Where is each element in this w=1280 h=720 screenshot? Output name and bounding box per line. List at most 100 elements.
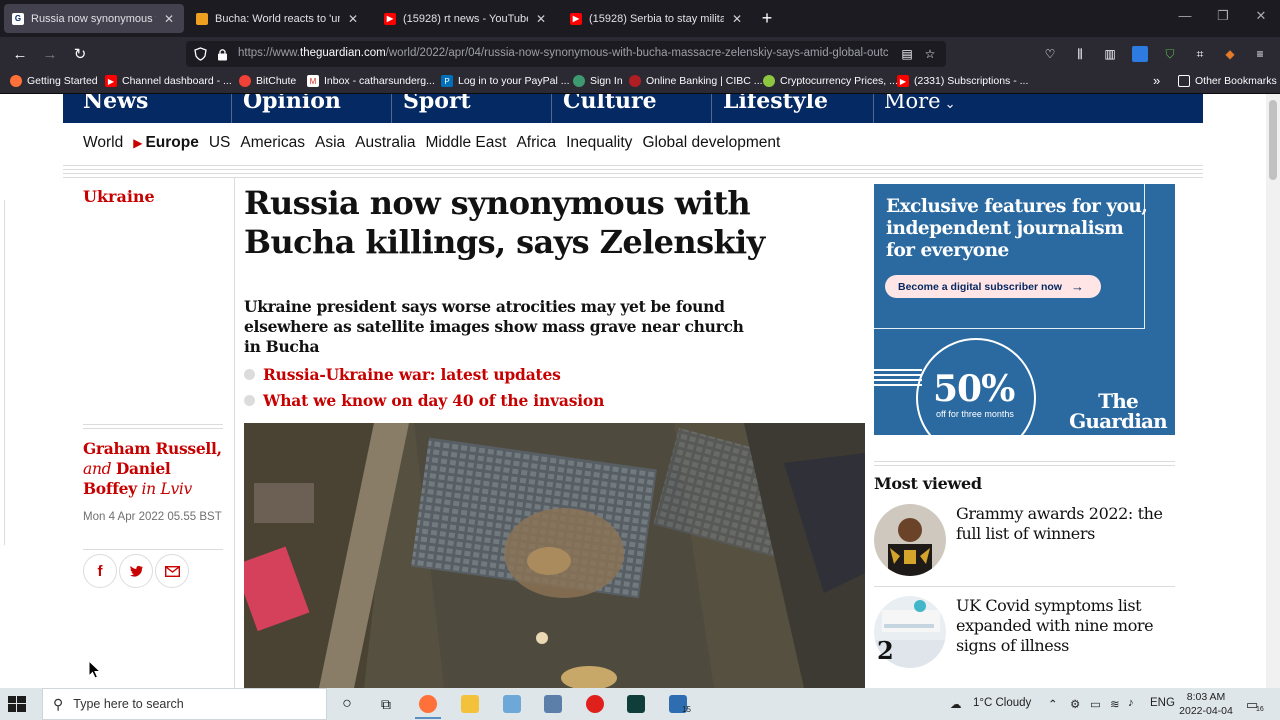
task-view-icon[interactable]: ⧉ — [377, 695, 395, 713]
shield-icon[interactable] — [192, 46, 208, 62]
bookmark-gmail[interactable]: M Inbox - catharsunderg... — [307, 75, 435, 87]
bookmark-paypal[interactable]: P Log in to your PayPal ... — [441, 75, 569, 87]
close-icon[interactable]: ✕ — [162, 12, 176, 26]
cortana-icon[interactable]: ○ — [338, 695, 356, 713]
tab-aljazeera[interactable]: Bucha: World reacts to 'unbearable' ✕ — [188, 4, 368, 33]
divider — [551, 94, 552, 123]
twitter-share-icon[interactable] — [119, 554, 153, 588]
facebook-share-icon[interactable]: f — [83, 554, 117, 588]
metamask-icon[interactable]: ◆ — [1222, 46, 1238, 62]
close-icon[interactable]: ✕ — [534, 12, 548, 26]
chevron-more-icon[interactable]: » — [1153, 73, 1160, 88]
wifi-icon[interactable]: ≋ — [1110, 697, 1120, 711]
language-indicator[interactable]: ENG — [1150, 697, 1175, 709]
extension-icon[interactable] — [1132, 46, 1148, 62]
bookmark-star-icon[interactable]: ☆ — [922, 46, 938, 62]
reader-view-icon[interactable]: ▤ — [899, 46, 915, 62]
close-icon[interactable]: ✕ — [346, 12, 360, 26]
subnav-middle-east[interactable]: Middle East — [425, 134, 506, 152]
clock[interactable]: 8:03 AM 2022-04-04 — [1176, 690, 1236, 718]
more-menu[interactable]: More ⌄ — [884, 94, 956, 113]
terminal-icon[interactable] — [627, 695, 645, 713]
related-link-label: Russia-Ukraine war: latest updates — [263, 365, 561, 384]
reload-icon[interactable]: ↻ — [70, 44, 90, 64]
subscribe-button[interactable]: Become a digital subscriber now → — [885, 275, 1101, 298]
taskbar-search-box[interactable]: ⚲ Type here to search — [42, 688, 327, 720]
subnav-americas[interactable]: Americas — [240, 134, 305, 152]
weather-icon[interactable]: ☁ — [950, 697, 962, 711]
divider — [234, 178, 235, 688]
news-icon — [196, 12, 208, 25]
other-bookmarks[interactable]: Other Bookmarks — [1178, 75, 1277, 87]
pocket-icon[interactable]: ♡ — [1042, 46, 1058, 62]
tab-guardian[interactable]: G Russia now synonymous with Bucha ✕ — [4, 4, 184, 33]
sidebar-icon[interactable]: ▥ — [1102, 46, 1118, 62]
forward-arrow-icon[interactable]: → — [40, 44, 60, 64]
bookmark-cibc[interactable]: Online Banking | CIBC ... — [629, 75, 763, 87]
menu-icon[interactable]: ≡ — [1252, 46, 1268, 62]
pillar-news[interactable]: News — [83, 94, 148, 114]
url-text[interactable]: https://www.theguardian.com/world/2022/a… — [238, 47, 888, 59]
lock-icon[interactable] — [214, 46, 230, 62]
bookmark-sign-in[interactable]: Sign In — [573, 75, 623, 87]
volume-icon[interactable]: ♪ — [1128, 697, 1134, 709]
pillar-culture[interactable]: Culture — [563, 94, 657, 114]
close-icon[interactable]: ✕ — [730, 12, 744, 26]
scroll-thumb[interactable] — [1269, 100, 1277, 180]
library-icon[interactable]: ⫼ — [1072, 46, 1088, 62]
subnav-world[interactable]: World — [83, 134, 123, 152]
logo-line-2: Guardian — [1069, 409, 1168, 433]
satellite-image[interactable] — [244, 423, 865, 688]
subscription-ad[interactable]: Exclusive features for you, independent … — [874, 184, 1175, 435]
tab-bar: G Russia now synonymous with Bucha ✕ Buc… — [0, 0, 1280, 37]
subnav-australia[interactable]: Australia — [355, 134, 415, 152]
opera-icon[interactable] — [586, 695, 604, 713]
page-scrollbar[interactable] — [1266, 94, 1280, 688]
guardian-logo: The Guardian — [1063, 391, 1173, 431]
firefox-taskbar-icon[interactable] — [415, 695, 441, 719]
new-tab-button[interactable]: + — [757, 8, 777, 29]
pillar-opinion[interactable]: Opinion — [243, 94, 341, 114]
bookmark-subscriptions[interactable]: ▶ (2331) Subscriptions - ... — [897, 75, 1028, 87]
back-arrow-icon[interactable]: ← — [10, 44, 30, 64]
chevron-up-icon[interactable]: ⌃ — [1048, 697, 1058, 711]
bookmark-bitchute[interactable]: BitChute — [239, 75, 296, 87]
mail-badge: 15 — [682, 705, 691, 714]
pillar-lifestyle[interactable]: Lifestyle — [723, 94, 828, 114]
restore-icon[interactable]: ❐ — [1213, 8, 1233, 24]
bookmark-label: Getting Started — [27, 75, 98, 87]
tab-youtube-rt[interactable]: ▶ (15928) rt news - YouTube ✕ — [376, 4, 556, 33]
battery-icon[interactable]: ▭ — [1090, 697, 1101, 711]
subnav-inequality[interactable]: Inequality — [566, 134, 632, 152]
app-icon[interactable] — [503, 695, 521, 713]
weather-text[interactable]: 1°C Cloudy — [973, 697, 1031, 709]
file-explorer-icon[interactable] — [461, 695, 479, 713]
shield-extension-icon[interactable]: ⛉ — [1162, 46, 1178, 62]
related-link-live[interactable]: Russia-Ukraine war: latest updates — [244, 365, 561, 384]
rank-number: 2 — [877, 636, 894, 665]
subnav-africa[interactable]: Africa — [516, 134, 556, 152]
crop-icon[interactable]: ⌗ — [1192, 46, 1208, 62]
related-link-day40[interactable]: What we know on day 40 of the invasion — [244, 391, 604, 410]
network-app-icon[interactable]: ⚙ — [1070, 697, 1080, 711]
windows-start-icon[interactable] — [8, 696, 26, 712]
section-label-ukraine[interactable]: Ukraine — [83, 187, 155, 206]
subnav-global-development[interactable]: Global development — [642, 134, 780, 152]
window-close-icon[interactable]: ✕ — [1251, 8, 1271, 24]
email-share-icon[interactable] — [155, 554, 189, 588]
bookmark-getting-started[interactable]: Getting Started — [10, 75, 98, 87]
address-bar[interactable]: https://www.theguardian.com/world/2022/a… — [186, 41, 946, 67]
bookmark-label: Sign In — [590, 75, 623, 87]
bookmark-crypto[interactable]: Cryptocurrency Prices, ... — [763, 75, 898, 87]
firefox-icon — [10, 75, 22, 87]
subnav-us[interactable]: US — [209, 134, 231, 152]
author-link[interactable]: Graham Russell, — [83, 439, 222, 458]
calculator-icon[interactable] — [544, 695, 562, 713]
bookmark-channel-dashboard[interactable]: ▶ Channel dashboard - ... — [105, 75, 232, 87]
tab-youtube-serbia[interactable]: ▶ (15928) Serbia to stay militarily ✕ — [562, 4, 752, 33]
edge-divider — [0, 200, 5, 545]
subnav-europe[interactable]: Europe — [145, 134, 198, 152]
pillar-sport[interactable]: Sport — [403, 94, 471, 114]
subnav-asia[interactable]: Asia — [315, 134, 345, 152]
minimize-icon[interactable]: — — [1175, 8, 1195, 23]
